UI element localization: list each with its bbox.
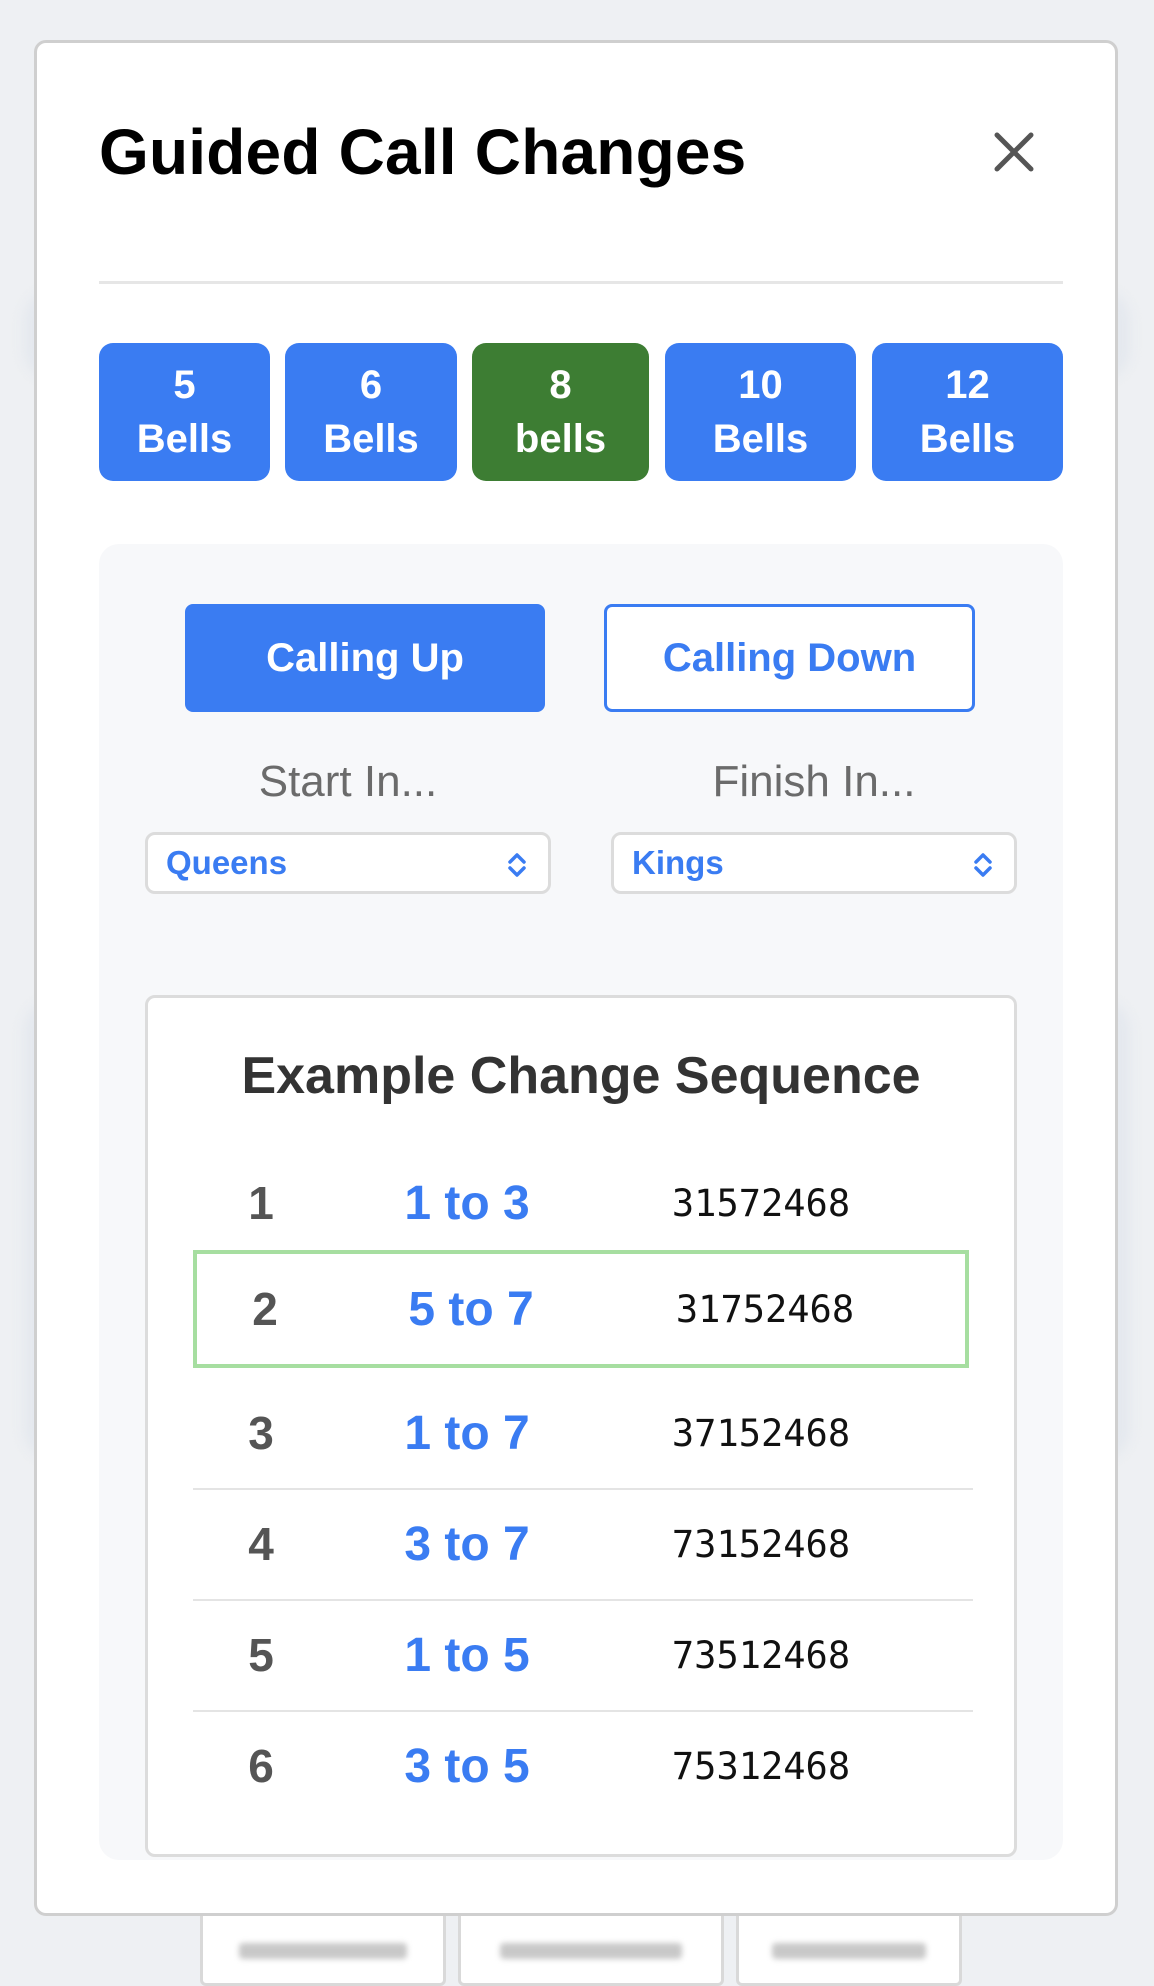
- example-change-sequence: Example Change Sequence 1 1 to 3 3157246…: [145, 995, 1017, 1857]
- start-in-label: Start In...: [258, 757, 438, 806]
- row-order: 37152468: [671, 1411, 851, 1455]
- start-in-value: Queens: [166, 844, 288, 881]
- bell-count-number: 8: [549, 363, 572, 407]
- bells-8-button[interactable]: 8 bells: [472, 343, 649, 481]
- bell-count-word: Bells: [712, 417, 809, 461]
- sequence-row: 6 3 to 5 75312468: [193, 1711, 973, 1821]
- close-icon: [994, 132, 1034, 172]
- sequence-row: 1 1 to 3 31572468: [193, 1148, 973, 1258]
- sequence-row: 5 1 to 5 73512468: [193, 1600, 973, 1712]
- bell-count-number: 6: [359, 363, 383, 407]
- row-order: 73512468: [671, 1633, 851, 1677]
- call-changes-panel: Calling Up Calling Down Start In... Fini…: [99, 544, 1063, 1860]
- call-link[interactable]: 3 to 5: [367, 1711, 567, 1821]
- row-number: 3: [248, 1407, 274, 1459]
- finish-in-value: Kings: [632, 844, 724, 881]
- bells-6-button[interactable]: 6 Bells: [285, 343, 457, 481]
- calling-down-button[interactable]: Calling Down: [604, 604, 975, 712]
- start-in-select[interactable]: Queens: [145, 832, 551, 894]
- bell-count-number: 10: [738, 363, 783, 407]
- calling-up-button[interactable]: Calling Up: [185, 604, 545, 712]
- bell-count-word: Bells: [323, 417, 419, 461]
- bells-10-button[interactable]: 10 Bells: [665, 343, 856, 481]
- row-number: 5: [248, 1629, 274, 1681]
- row-number: 6: [248, 1740, 274, 1792]
- call-link[interactable]: 1 to 7: [367, 1378, 567, 1488]
- bell-count-number: 5: [173, 363, 196, 407]
- row-order: 31752468: [675, 1287, 855, 1331]
- sequence-row: 3 1 to 7 37152468: [193, 1378, 973, 1490]
- chevron-up-down-icon: [974, 853, 992, 877]
- row-order: 73152468: [671, 1522, 851, 1566]
- finish-in-label: Finish In...: [712, 757, 916, 806]
- bell-count-word: Bells: [919, 417, 1016, 461]
- row-order: 75312468: [671, 1744, 851, 1788]
- close-button[interactable]: [983, 121, 1045, 183]
- call-link[interactable]: 1 to 3: [367, 1148, 567, 1258]
- row-number: 1: [248, 1177, 274, 1229]
- sequence-title: Example Change Sequence: [241, 1047, 921, 1105]
- call-link[interactable]: 5 to 7: [371, 1254, 571, 1364]
- bells-5-button[interactable]: 5 Bells: [99, 343, 270, 481]
- sequence-row: 4 3 to 7 73152468: [193, 1489, 973, 1601]
- bell-count-word: Bells: [136, 417, 233, 461]
- call-link[interactable]: 1 to 5: [367, 1600, 567, 1710]
- row-number: 2: [252, 1283, 278, 1335]
- title-divider: [99, 281, 1063, 284]
- row-order: 31572468: [671, 1181, 851, 1225]
- bell-count-word: bells: [514, 417, 607, 461]
- bell-count-number: 12: [945, 363, 990, 407]
- guided-call-changes-modal: Guided Call Changes 5 Bells 6 Bells 8 be…: [34, 40, 1118, 1916]
- call-link[interactable]: 3 to 7: [367, 1489, 567, 1599]
- finish-in-select[interactable]: Kings: [611, 832, 1017, 894]
- bells-12-button[interactable]: 12 Bells: [872, 343, 1063, 481]
- modal-title: Guided Call Changes: [99, 116, 747, 188]
- row-number: 4: [248, 1518, 274, 1570]
- sequence-row-current: 2 5 to 7 31752468: [193, 1250, 969, 1368]
- chevron-up-down-icon: [508, 853, 526, 877]
